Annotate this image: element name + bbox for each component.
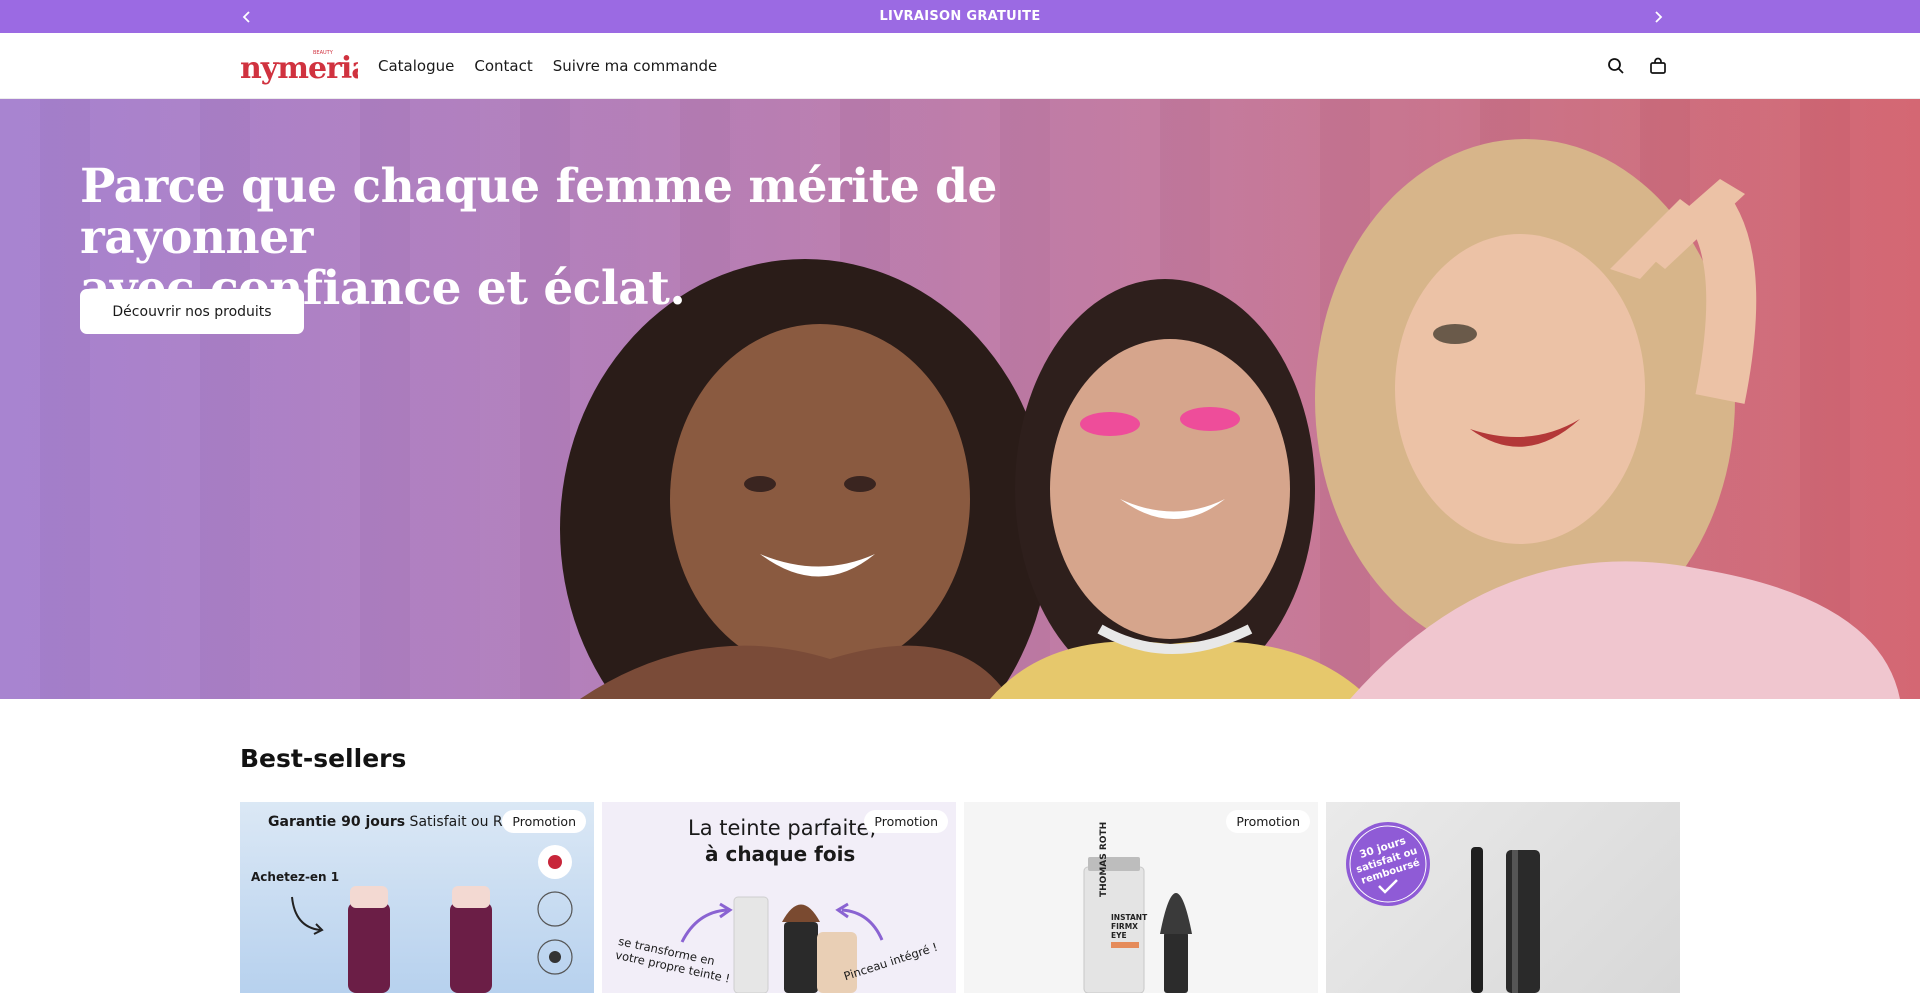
product-brand: THOMAS ROTH <box>1099 822 1109 897</box>
announcement-bar: LIVRAISON GRATUITE <box>0 0 1920 33</box>
product-card[interactable]: THOMAS ROTH INSTANT FIRMX EYE Promotion <box>964 802 1318 993</box>
announcement-next-button[interactable] <box>1643 0 1673 33</box>
main-nav: Catalogue Contact Suivre ma commande <box>378 33 737 99</box>
announcement-prev-button[interactable] <box>232 0 262 33</box>
logo-text: nymeria <box>240 51 358 86</box>
product-name-line2: FIRMX <box>1111 922 1138 931</box>
announcement-text: LIVRAISON GRATUITE <box>879 9 1041 24</box>
chevron-right-icon <box>1655 10 1663 23</box>
product-image: 30 jours satisfait ou remboursé <box>1346 822 1540 993</box>
product-headline-line1: La teinte parfaite, <box>688 816 877 840</box>
nav-catalogue[interactable]: Catalogue <box>378 57 454 75</box>
hero-person-left <box>560 259 1050 699</box>
hero-person-right <box>1315 139 1900 699</box>
cart-button[interactable] <box>1645 53 1671 79</box>
search-icon <box>1608 58 1624 74</box>
product-name-line3: EYE <box>1111 931 1127 940</box>
product-card[interactable]: Garantie 90 jours Satisfait ou Re Achete… <box>240 802 594 993</box>
product-headline-line2: à chaque fois <box>705 842 856 866</box>
nav-contact[interactable]: Contact <box>474 57 532 75</box>
bestsellers-title: Best-sellers <box>240 744 407 773</box>
bestsellers-grid: Garantie 90 jours Satisfait ou Re Achete… <box>240 802 1682 993</box>
promotion-badge: Promotion <box>502 810 586 833</box>
cart-icon <box>1650 57 1666 74</box>
site-header: BEAUTY nymeria Catalogue Contact Suivre … <box>0 33 1920 99</box>
hero-person-middle <box>990 279 1370 699</box>
product-name-line1: INSTANT <box>1111 913 1148 922</box>
search-button[interactable] <box>1603 53 1629 79</box>
promotion-badge: Promotion <box>1226 810 1310 833</box>
product-headline: Garantie 90 jours Satisfait ou Re <box>268 814 511 830</box>
hero-banner: Parce que chaque femme mérite de rayonne… <box>0 99 1920 699</box>
discover-products-button[interactable]: Découvrir nos produits <box>80 289 304 334</box>
chevron-left-icon <box>242 10 250 23</box>
promotion-badge: Promotion <box>864 810 948 833</box>
product-card[interactable]: La teinte parfaite, à chaque fois se tra… <box>602 802 956 993</box>
product-note: Achetez-en 1 <box>251 870 340 884</box>
product-card[interactable]: 30 jours satisfait ou remboursé <box>1326 802 1680 993</box>
logo[interactable]: BEAUTY nymeria <box>240 45 358 89</box>
nav-track-order[interactable]: Suivre ma commande <box>553 57 718 75</box>
hero-title-line1: Parce que chaque femme mérite de rayonne… <box>80 159 997 265</box>
